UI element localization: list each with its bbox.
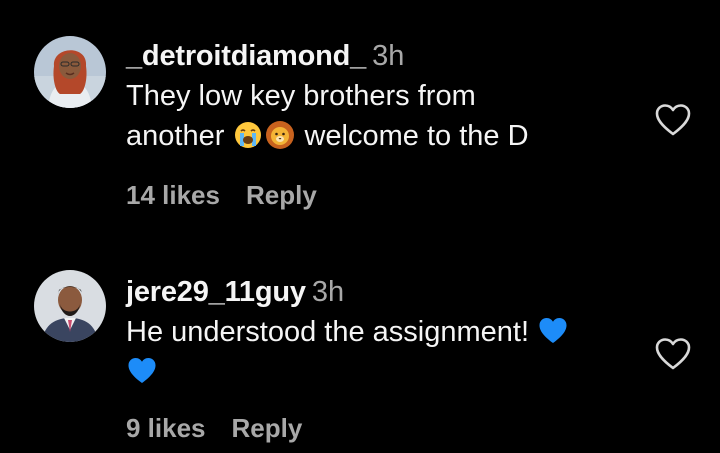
user-avatar-icon xyxy=(34,270,106,342)
comment-text-line: They low key brothers from xyxy=(126,80,476,112)
timestamp: 3h xyxy=(311,276,345,308)
comment-text: They low key brothers from another welco… xyxy=(126,76,640,156)
avatar[interactable] xyxy=(34,270,106,342)
comment-header: jere29_11guy 3h xyxy=(126,272,640,312)
reply-button[interactable]: Reply xyxy=(246,180,317,210)
comment-item: _detroitdiamond_ 3h They low key brothers… xyxy=(0,0,720,240)
blue-heart-emoji-icon xyxy=(127,356,157,386)
comment-text-segment: welcome to the D xyxy=(304,120,529,152)
likes-count[interactable]: 14 likes xyxy=(126,180,220,210)
comment-body: _detroitdiamond_ 3h They low key brothers… xyxy=(126,36,640,156)
lion-face-emoji-icon xyxy=(265,120,295,150)
comment-meta: 9 likes Reply xyxy=(126,413,302,444)
comment-text-line: He understood the assignment! xyxy=(126,312,640,352)
user-avatar-icon xyxy=(34,36,106,108)
comment-body: jere29_11guy 3h He understood the assignm… xyxy=(126,272,640,392)
likes-count[interactable]: 9 likes xyxy=(126,413,206,443)
timestamp: 3h xyxy=(372,40,405,72)
comment-text-line xyxy=(126,352,640,392)
avatar[interactable] xyxy=(34,36,106,108)
like-heart-icon[interactable] xyxy=(655,337,691,371)
comment-item: jere29_11guy 3h He understood the assignm… xyxy=(0,240,720,453)
reply-button[interactable]: Reply xyxy=(232,413,303,443)
crying-face-emoji-icon xyxy=(233,120,263,150)
username[interactable]: _detroitdiamond_ xyxy=(126,40,366,72)
comment-text-line: another welcome to the D xyxy=(126,116,640,156)
comment-text: He understood the assignment! xyxy=(126,312,640,392)
comment-header: _detroitdiamond_ 3h xyxy=(126,36,640,76)
comment-meta: 14 likes Reply xyxy=(126,180,317,211)
username[interactable]: jere29_11guy xyxy=(126,276,306,308)
comment-text-segment: another xyxy=(126,120,225,152)
blue-heart-emoji-icon xyxy=(538,316,568,346)
comment-text-segment: He understood the assignment! xyxy=(126,316,530,348)
like-heart-icon[interactable] xyxy=(655,103,691,137)
